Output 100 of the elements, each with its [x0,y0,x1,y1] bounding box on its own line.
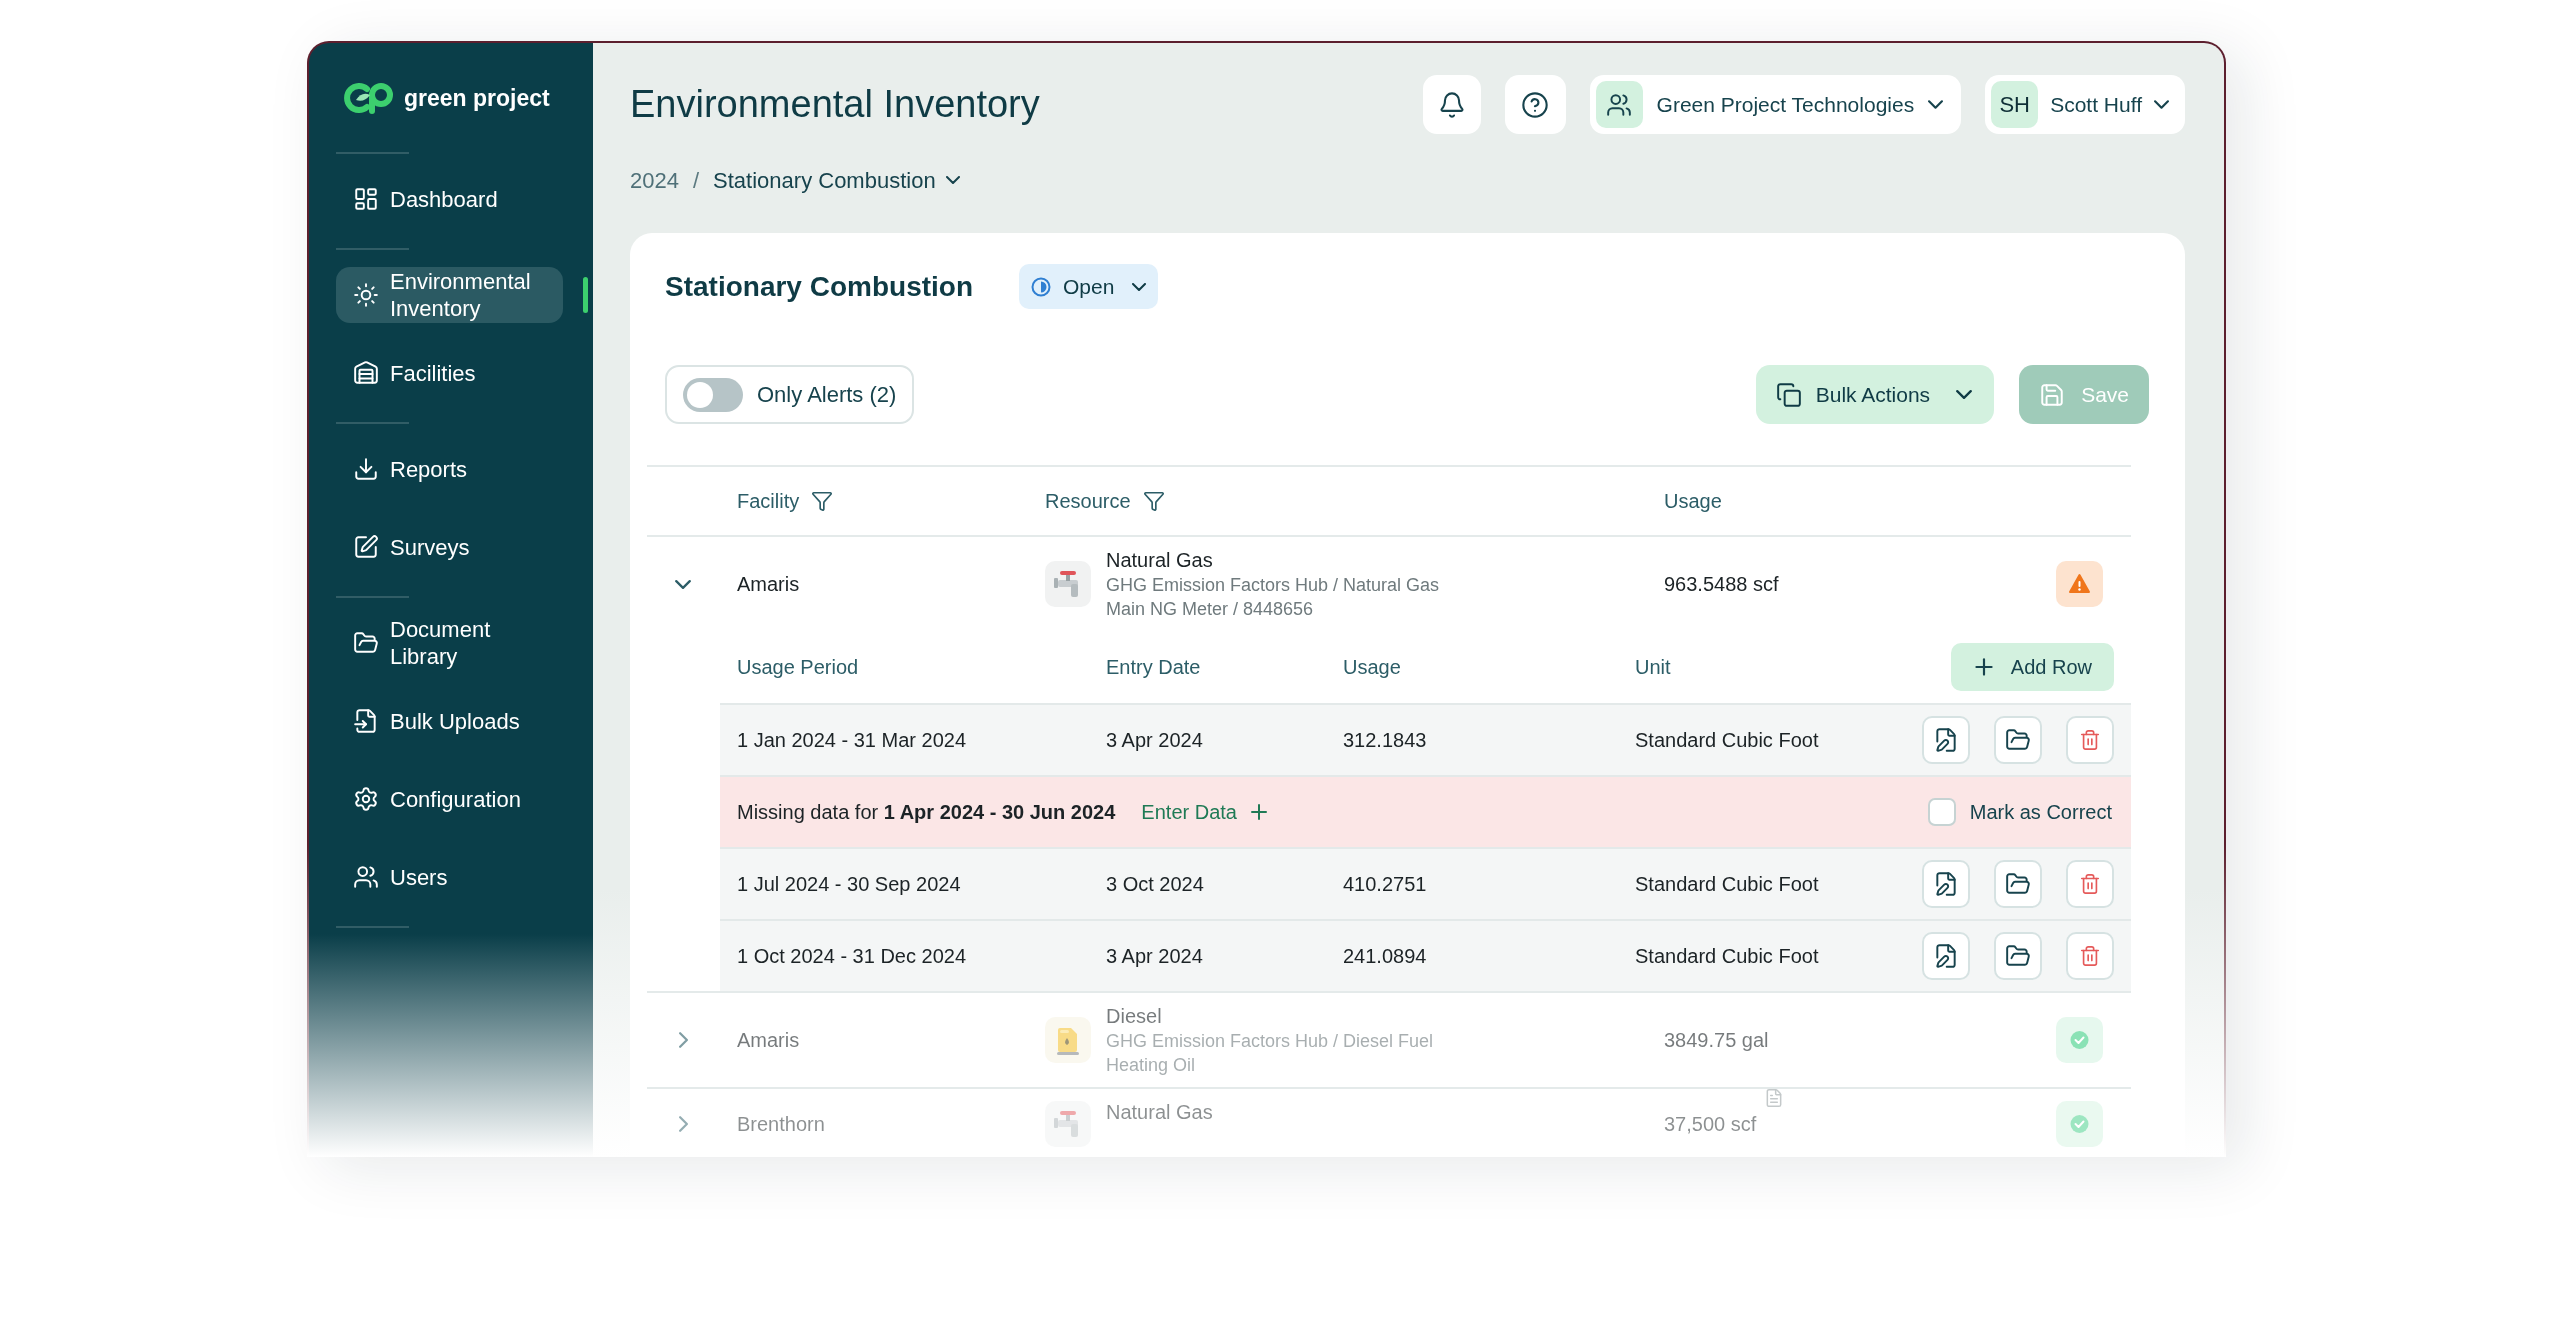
table-cell: 1 Jul 2024 - 30 Sep 2024 [737,873,961,895]
breadcrumb-dropdown[interactable]: Stationary Combustion [713,163,960,197]
column-header: Usage [1664,489,1722,514]
edit-button[interactable] [1922,932,1970,980]
toggle-label: Only Alerts (2) [757,381,897,409]
chevron-down-icon [1956,390,1973,399]
nav-item[interactable]: Surveys [336,519,563,575]
folder-icon [2005,727,2031,753]
resource-meter: Main NG Meter / 8448656 [1106,598,1315,621]
bulk-actions-dropdown[interactable]: Bulk Actions [1755,365,1995,424]
file-pen-icon [1933,943,1959,969]
folder-icon [353,630,379,656]
users-icon [353,864,379,890]
chevron-down-icon [945,176,960,184]
chevron-down-icon [1132,282,1147,291]
column-header: Entry Date [1106,656,1201,678]
folder-button[interactable] [1994,860,2042,908]
nav-item[interactable]: Users [336,849,563,905]
page-title: Environmental Inventory [630,82,1041,127]
table-cell: 241.0894 [1343,945,1427,967]
table-cell: 410.2751 [1343,873,1427,895]
sun-icon [353,282,379,308]
resource-source: GHG Emission Factors Hub / Natural Gas [1106,574,1440,597]
chevron-down-icon [1928,100,1944,109]
checkbox-label: Mark as Correct [1969,800,2112,825]
fuel-can-icon [1045,1017,1091,1063]
pen-square-icon [353,534,379,560]
nav-item[interactable]: Reports [336,441,563,497]
toggle-switch[interactable] [683,377,743,412]
chevron-down-icon [2154,100,2169,109]
help-icon [1521,90,1550,119]
folder-button[interactable] [1994,716,2042,764]
notifications-button[interactable] [1422,75,1481,134]
bell-icon [1437,90,1466,119]
nav-item[interactable]: Bulk Uploads [336,693,563,749]
add-row-button[interactable]: Add Row [1950,643,2114,691]
usage-value: 3849.75 gal [1664,1028,1769,1053]
nav-item[interactable]: Document Library [336,615,563,671]
trash-icon [2079,945,2101,967]
folder-button[interactable] [1994,932,2042,980]
copy-icon [1775,381,1802,408]
table-cell: 3 Oct 2024 [1106,873,1204,895]
column-header: Facility [737,489,800,514]
avatar: SH [1991,81,2039,128]
missing-data-message: Missing data for 1 Apr 2024 - 30 Jun 2024 [737,800,1116,825]
table-cell: Amaris [737,1029,800,1051]
breadcrumb-link[interactable]: 2024 [630,163,679,197]
user-menu[interactable]: SH Scott Huff [1985,75,2185,134]
column-header: Usage [1343,656,1401,678]
status-dropdown[interactable]: Open [1019,264,1159,309]
faucet-icon [1045,1101,1091,1147]
usage-value: 963.5488 scf [1664,572,1779,597]
save-icon [2039,381,2066,408]
trash-icon [2079,873,2101,895]
organization-dropdown[interactable]: Green Project Technologies [1589,75,1962,134]
filter-icon[interactable] [811,490,834,512]
delete-button[interactable] [2066,932,2114,980]
settings-icon [353,786,379,812]
breadcrumb-separator: / [692,166,700,195]
file-pen-icon [1933,727,1959,753]
delete-button[interactable] [2066,860,2114,908]
half-circle-icon [1031,276,1051,297]
nav-item[interactable]: Environmental Inventory [336,267,563,323]
table-cell: 312.1843 [1343,729,1427,751]
warehouse-icon [353,360,379,386]
trash-icon [2079,729,2101,751]
chevron-down-icon[interactable] [675,579,691,589]
table-cell: Standard Cubic Foot [1635,729,1819,751]
filter-icon[interactable] [1142,490,1165,512]
folder-icon [2005,871,2031,897]
edit-button[interactable] [1922,716,1970,764]
folder-icon [2005,943,2031,969]
table-cell: Brenthorn [737,1113,825,1135]
panel-title: Stationary Combustion [665,269,973,304]
checkbox[interactable] [1927,798,1956,826]
help-button[interactable] [1504,75,1566,134]
grid-icon [353,186,379,212]
table-cell: Standard Cubic Foot [1635,873,1819,895]
resource-name: Diesel [1106,1004,1163,1029]
usage-value: 37,500 scf [1664,1112,1757,1137]
enter-data-link[interactable]: Enter Data [1141,797,1271,827]
column-header: Resource [1045,489,1131,514]
nav-item[interactable]: Dashboard [336,171,563,227]
nav-item[interactable]: Configuration [336,771,563,827]
resource-meter: Heating Oil [1106,1054,1197,1077]
table-cell: 3 Apr 2024 [1106,945,1203,967]
table-cell: 1 Oct 2024 - 31 Dec 2024 [737,945,967,967]
chevron-right-icon[interactable] [679,1032,688,1048]
faucet-icon [1045,561,1091,607]
nav-item[interactable]: Facilities [336,345,563,401]
logo-text: green project [404,83,550,113]
table-cell: 3 Apr 2024 [1106,729,1203,751]
resource-source: GHG Emission Factors Hub / Diesel Fuel [1106,1030,1434,1053]
users-icon [1595,81,1643,128]
download-icon [353,456,379,482]
file-pen-icon [1933,871,1959,897]
table-cell: Standard Cubic Foot [1635,945,1819,967]
edit-button[interactable] [1922,860,1970,908]
delete-button[interactable] [2066,716,2114,764]
table-cell: 1 Jan 2024 - 31 Mar 2024 [737,729,967,751]
